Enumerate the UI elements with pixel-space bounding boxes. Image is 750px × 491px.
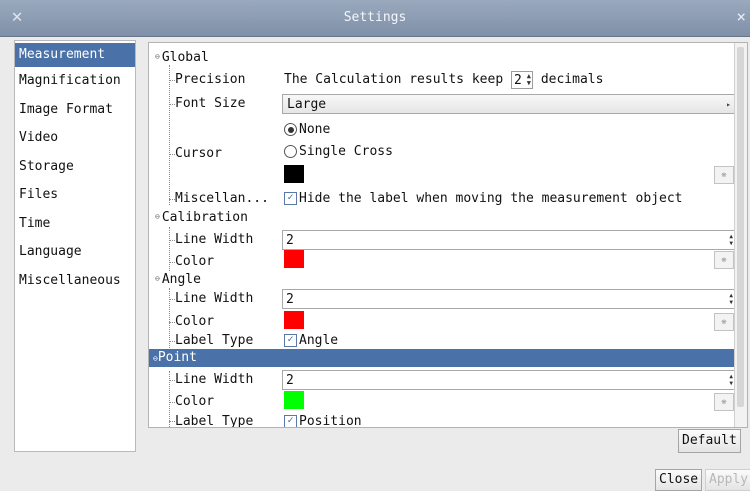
angle-color-picker-button[interactable]: ❋ [714, 313, 734, 331]
sidebar-item-video[interactable]: Video [15, 124, 135, 153]
point-label-checkbox[interactable]: ✓ [284, 415, 297, 427]
default-button[interactable]: Default [678, 429, 741, 453]
point-line-width-row: Line Width 2 ▲ ▼ [149, 369, 736, 391]
line-width-label: Line Width [175, 291, 254, 306]
line-width-value: 2 [286, 292, 294, 307]
point-color-picker-button[interactable]: ❋ [714, 393, 734, 411]
measurement-settings-panel: ⊖ Global Precision The Calculation result… [148, 42, 748, 428]
group-point[interactable]: ⊖Point [149, 349, 735, 367]
group-global[interactable]: ⊖ Global [155, 47, 209, 69]
calibration-color-swatch[interactable] [284, 250, 304, 268]
radio-single-cross[interactable] [284, 145, 297, 158]
hide-label-text: Hide the label when moving the measureme… [299, 191, 683, 206]
hide-label-checkbox[interactable]: ✓ [284, 192, 297, 205]
close-button[interactable]: Close [655, 469, 703, 491]
sidebar-item-storage[interactable]: Storage [15, 153, 135, 182]
point-color-swatch[interactable] [284, 391, 304, 409]
font-size-row: Font Size Large ▸ [149, 93, 736, 115]
collapse-icon[interactable]: ⊖ [155, 212, 160, 221]
precision-label: Precision [175, 72, 246, 87]
cursor-option-single-cross-label: Single Cross [299, 144, 393, 159]
sidebar-item-language[interactable]: Language [15, 238, 135, 267]
line-width-label: Line Width [175, 232, 254, 247]
angle-line-width-spinbox[interactable]: 2 ▲ ▼ [282, 289, 736, 309]
radio-none[interactable] [284, 123, 297, 136]
cursor-label: Cursor [175, 146, 222, 161]
cursor-option-none-label: None [299, 122, 331, 137]
sidebar-item-magnification[interactable]: Magnification [15, 67, 135, 96]
calibration-color-picker-button[interactable]: ❋ [714, 251, 734, 269]
font-size-label: Font Size [175, 96, 246, 111]
cursor-option-none[interactable]: None [284, 119, 330, 141]
sidebar-item-image-format[interactable]: Image Format [15, 96, 135, 125]
sidebar-item-files[interactable]: Files [15, 181, 135, 210]
dropdown-arrow-icon: ▸ [726, 100, 731, 109]
sidebar-item-measurement[interactable]: Measurement [15, 43, 135, 67]
spin-arrows-icon[interactable]: ▲ ▼ [729, 373, 733, 387]
apply-button[interactable]: Apply [705, 469, 750, 491]
spin-arrows-icon[interactable]: ▲ ▼ [527, 72, 531, 87]
angle-color-swatch[interactable] [284, 311, 304, 329]
line-width-value: 2 [286, 233, 294, 248]
scrollbar-thumb[interactable] [737, 47, 744, 407]
line-width-label: Line Width [175, 372, 254, 387]
precision-control: The Calculation results keep 2 ▲ ▼ decimal… [284, 69, 603, 91]
cursor-option-single-cross[interactable]: Single Cross [284, 141, 393, 163]
point-label-type-option[interactable]: ✓ Position [284, 411, 362, 428]
color-label: Color [175, 394, 215, 409]
settings-sidebar: Measurement Magnification Image Format V… [14, 40, 136, 452]
precision-suffix: decimals [540, 72, 604, 87]
font-size-dropdown[interactable]: Large ▸ [282, 94, 736, 114]
font-size-value: Large [287, 97, 327, 112]
line-width-value: 2 [286, 373, 294, 388]
group-title: Calibration [161, 210, 248, 225]
vertical-scrollbar[interactable] [734, 43, 747, 427]
sidebar-item-time[interactable]: Time [15, 210, 135, 239]
cursor-color-picker-button[interactable]: ❋ [714, 166, 734, 184]
group-calibration[interactable]: ⊖ Calibration [155, 207, 248, 229]
cursor-color-swatch[interactable] [284, 165, 304, 183]
calibration-line-width-spinbox[interactable]: 2 ▲ ▼ [282, 230, 736, 250]
precision-prefix: The Calculation results keep [284, 72, 504, 87]
precision-row: Precision The Calculation results keep 2… [149, 69, 735, 91]
precision-spinbox[interactable]: 2 ▲ ▼ [510, 70, 533, 89]
precision-value: 2 [513, 72, 522, 88]
point-label-type-row: Label Type ✓ Position [149, 411, 735, 428]
angle-line-width-row: Line Width 2 ▲ ▼ [149, 288, 736, 310]
angle-label-text: Angle [299, 333, 339, 348]
angle-label-checkbox[interactable]: ✓ [284, 334, 297, 347]
label-type-label: Label Type [175, 414, 254, 428]
spin-arrows-icon[interactable]: ▲ ▼ [729, 233, 733, 247]
hide-label-option[interactable]: ✓ Hide the label when moving the measurem… [284, 188, 683, 210]
collapse-icon[interactable]: ⊖ [155, 52, 160, 61]
sidebar-item-miscellaneous[interactable]: Miscellaneous [15, 267, 135, 296]
group-title: Global [161, 50, 209, 65]
collapse-icon[interactable]: ⊖ [155, 274, 160, 283]
spin-arrows-icon[interactable]: ▲ ▼ [729, 292, 733, 306]
calibration-line-width-row: Line Width 2 ▲ ▼ [149, 229, 736, 251]
title-bar: ✕ Settings × [0, 0, 750, 37]
close-icon[interactable]: × [736, 7, 746, 26]
point-label-text: Position [299, 414, 362, 428]
point-line-width-spinbox[interactable]: 2 ▲ ▼ [282, 370, 736, 390]
group-title: Point [157, 350, 197, 365]
window-title: Settings [343, 10, 407, 25]
group-title: Angle [161, 272, 201, 287]
